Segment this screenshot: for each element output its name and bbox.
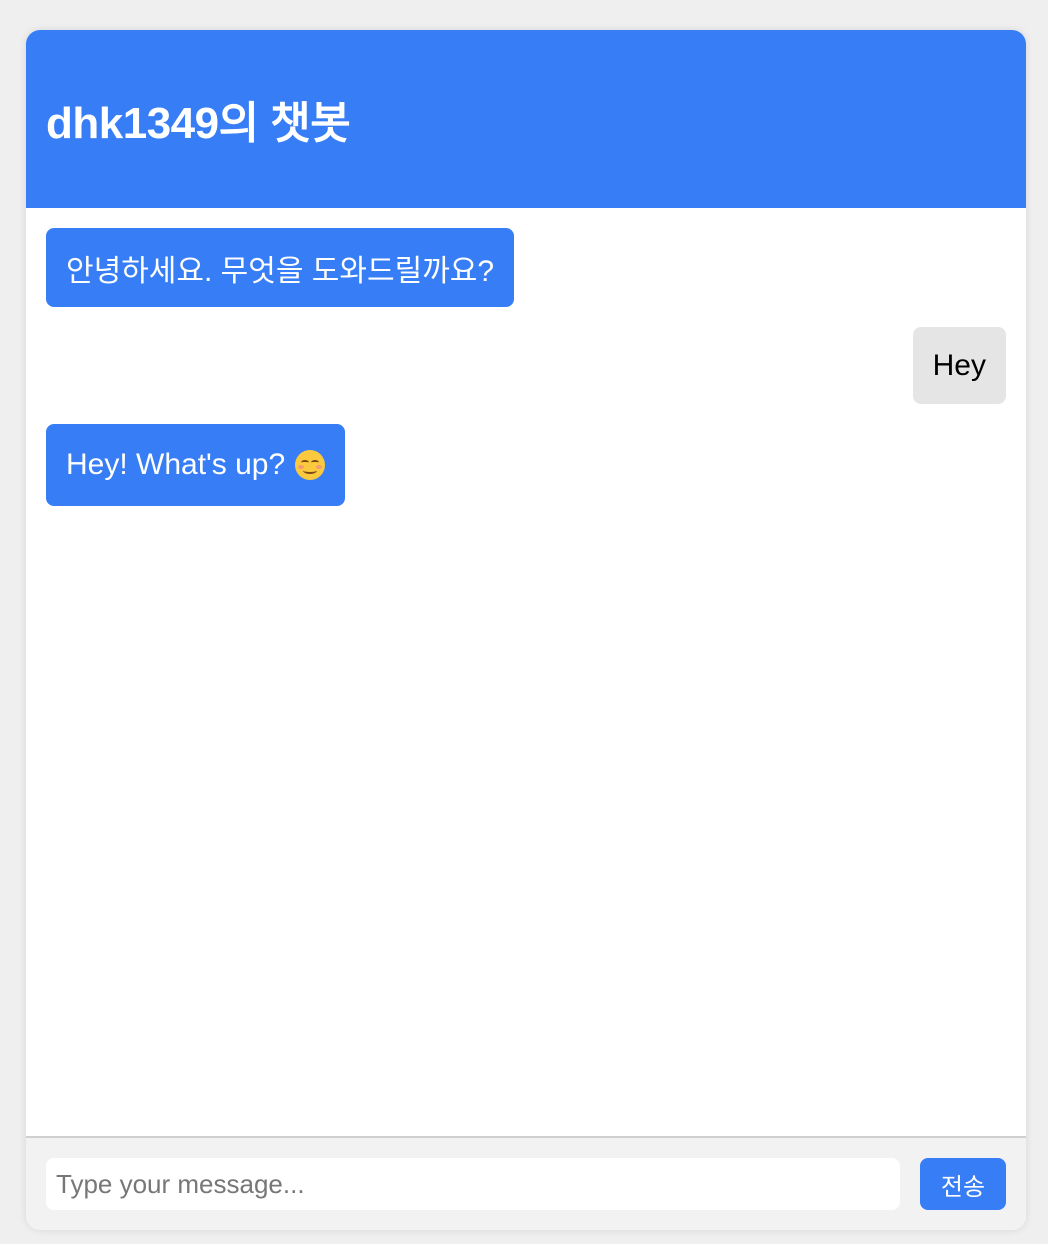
bot-message: 안녕하세요. 무엇을 도와드릴까요? [46, 228, 515, 307]
send-button[interactable]: 전송 [920, 1158, 1006, 1210]
message-input[interactable] [46, 1158, 900, 1210]
message-text: Hey [932, 348, 986, 382]
message-list[interactable]: 안녕하세요. 무엇을 도와드릴까요? Hey Hey! What's up? [26, 208, 1026, 1136]
bot-message: Hey! What's up? [46, 424, 346, 506]
chat-title: dhk1349의 챗봇 [46, 99, 351, 148]
user-message: Hey [912, 327, 1006, 404]
smiling-face-icon [295, 450, 326, 480]
chat-header: dhk1349의 챗봇 [26, 30, 1026, 208]
input-bar: 전송 [26, 1136, 1026, 1230]
message-text: Hey! What's up? [66, 448, 286, 481]
chat-window: dhk1349의 챗봇 안녕하세요. 무엇을 도와드릴까요? Hey Hey! … [26, 30, 1026, 1230]
message-text: 안녕하세요. 무엇을 도와드릴까요? [66, 254, 495, 288]
